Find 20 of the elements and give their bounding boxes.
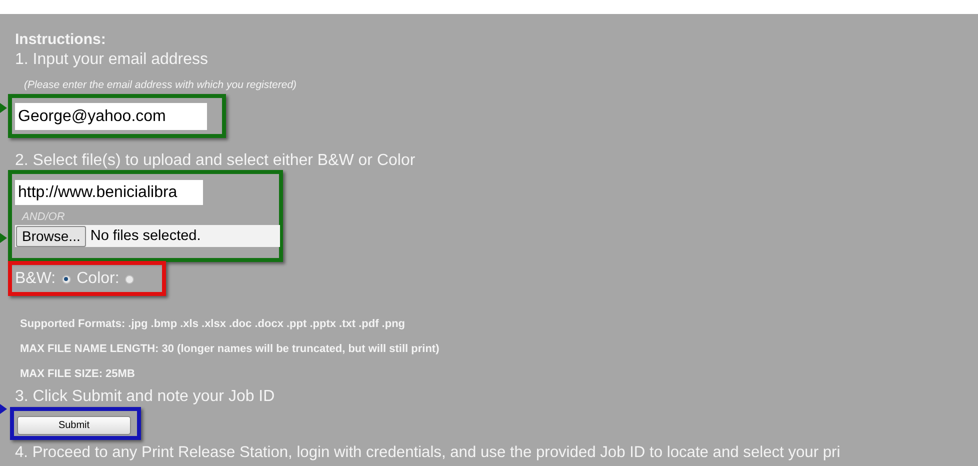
email-field[interactable]: George@yahoo.com bbox=[15, 103, 207, 130]
radio-button[interactable] bbox=[62, 274, 71, 284]
note-text: MAX FILE NAME LENGTH: 30 (longer names will be truncated, but will still print) bbox=[20, 343, 440, 357]
radio-button[interactable] bbox=[125, 274, 134, 284]
step-text: 4. Proceed to any Print Release Station, login with credentials, and use the provided Job ID to locate and select your pri bbox=[15, 444, 842, 463]
step-text: 2. Select file(s) to upload and select either B&W or Color bbox=[15, 152, 416, 171]
browse-button[interactable]: Browse... bbox=[16, 226, 86, 246]
radio-label: B&W: bbox=[15, 270, 56, 288]
step-text: 3. Click Submit and note your Job ID bbox=[15, 388, 276, 407]
note-text: MAX FILE SIZE: 25MB bbox=[20, 368, 136, 382]
step-text: 1. Input your email address bbox=[15, 51, 209, 70]
radio-label: Color: bbox=[76, 270, 120, 288]
url-field[interactable]: http://www.benicialibra bbox=[15, 180, 203, 205]
hint-text: (Please enter the email address with which you registered) bbox=[24, 79, 298, 92]
instructions-heading: Instructions: bbox=[15, 31, 107, 50]
note-text: Supported Formats: .jpg .bmp .xls .xlsx .doc .docx .ppt .pptx .txt .pdf .png bbox=[20, 318, 406, 332]
arrow-icon bbox=[0, 404, 7, 414]
separator-text: AND/OR bbox=[22, 211, 66, 223]
submit-button[interactable]: Submit bbox=[17, 416, 131, 435]
file-status-text: No files selected. bbox=[90, 228, 201, 244]
